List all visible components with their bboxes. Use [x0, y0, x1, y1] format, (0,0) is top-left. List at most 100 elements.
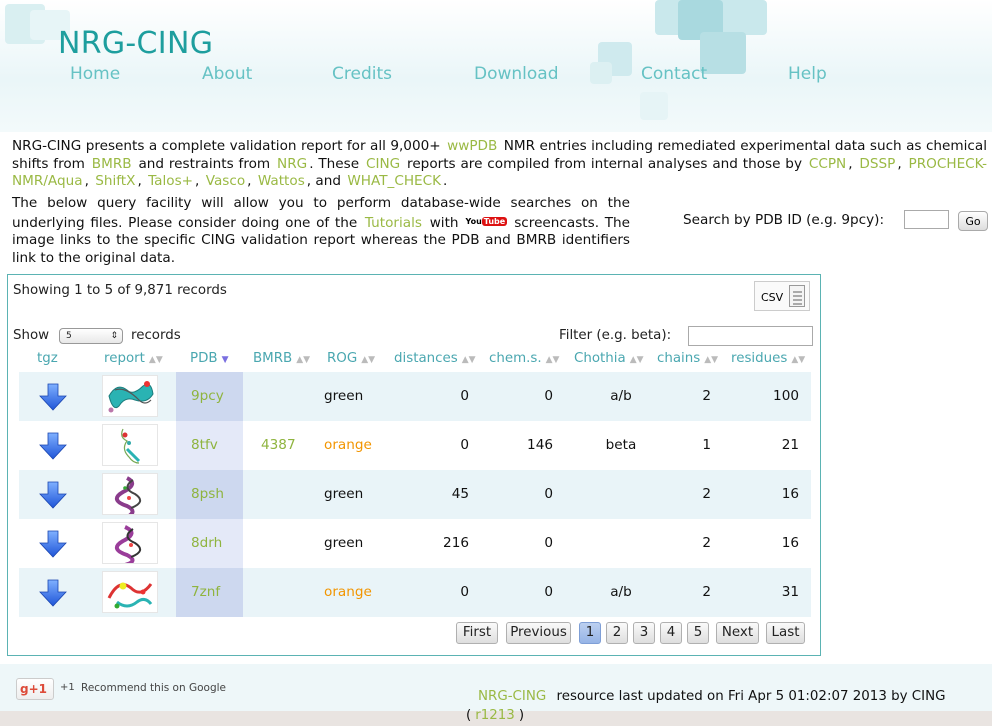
next-page-button[interactable]: Next [716, 622, 759, 644]
chains-cell: 2 [702, 535, 711, 551]
gplus-count: +1 [60, 682, 75, 693]
column-header-bmrb[interactable]: BMRB ▲▼ [253, 351, 310, 366]
link-tutorials[interactable]: Tutorials [365, 215, 422, 231]
page-button-1[interactable]: 1 [579, 622, 601, 644]
download-tgz-icon[interactable] [38, 480, 68, 510]
distances-cell: 216 [443, 535, 469, 551]
intro-text: NRG-CING presents a complete validation … [12, 138, 441, 154]
gplus-label: +1 [28, 682, 47, 696]
link-vasco[interactable]: Vasco [206, 173, 245, 189]
link-bmrb[interactable]: BMRB [92, 156, 132, 172]
chems-cell: 0 [544, 535, 553, 551]
link-shiftx[interactable]: ShiftX [95, 173, 135, 189]
column-header-chains[interactable]: chains ▲▼ [657, 351, 718, 366]
nav-contact[interactable]: Contact [641, 64, 707, 84]
nav-help[interactable]: Help [788, 64, 827, 84]
paren: ( [466, 708, 472, 723]
report-thumbnail[interactable] [102, 375, 158, 417]
nav-download[interactable]: Download [474, 64, 559, 84]
records-per-page-select[interactable]: 5 ⇕ [59, 328, 123, 344]
separator: , [848, 155, 853, 172]
chains-cell: 2 [702, 486, 711, 502]
page-button-4[interactable]: 4 [660, 622, 682, 644]
bmrb-id-link[interactable]: 4387 [261, 437, 296, 453]
first-page-button[interactable]: First [456, 622, 498, 644]
download-tgz-icon[interactable] [38, 529, 68, 559]
report-thumbnail[interactable] [102, 571, 158, 613]
link-dssp[interactable]: DSSP [859, 156, 895, 172]
column-header-tgz[interactable]: tgz [37, 351, 58, 366]
nav-credits[interactable]: Credits [332, 64, 392, 84]
column-header-chems[interactable]: chem.s. ▲▼ [489, 351, 559, 366]
column-header-distances[interactable]: distances ▲▼ [394, 351, 476, 366]
sort-icon: ▲▼ [148, 355, 163, 365]
link-cing[interactable]: CING [366, 156, 400, 172]
spreadsheet-icon [789, 285, 805, 307]
column-label: chem.s. [489, 351, 542, 366]
chains-cell: 2 [702, 584, 711, 600]
separator: , [137, 173, 142, 189]
pdb-search-input[interactable] [904, 210, 949, 229]
report-thumbnail[interactable] [102, 522, 158, 567]
pdb-id-link[interactable]: 8drh [191, 535, 222, 551]
site-title[interactable]: NRG-CING [58, 26, 213, 61]
csv-export-button[interactable]: CSV [754, 281, 810, 311]
link-talos[interactable]: Talos+ [148, 173, 193, 189]
link-ccpn[interactable]: CCPN [809, 156, 846, 172]
query-description: The below query facility will allow you … [12, 195, 630, 267]
report-thumbnail[interactable] [102, 424, 158, 466]
google-plus-button[interactable]: g+1 [16, 678, 54, 700]
column-header-rog[interactable]: ROG ▲▼ [327, 351, 375, 366]
column-label: distances [394, 351, 458, 366]
pdb-id-link[interactable]: 9pcy [191, 388, 224, 404]
show-label: Show [13, 328, 50, 343]
link-wwpdb[interactable]: wwPDB [447, 138, 497, 154]
column-header-report[interactable]: report ▲▼ [104, 351, 163, 366]
separator: , [84, 173, 89, 189]
pdb-id-link[interactable]: 8tfv [191, 437, 218, 453]
download-tgz-icon[interactable] [38, 431, 68, 461]
residues-cell: 16 [781, 486, 799, 502]
table-row: 8psh green 45 0 2 16 [19, 470, 811, 520]
report-thumbnail[interactable] [102, 473, 158, 520]
sort-icon: ▲▼ [461, 355, 476, 365]
table-row: 8drh green 216 0 2 16 [19, 519, 811, 568]
revision-link[interactable]: r1213 [475, 708, 515, 723]
distances-cell: 0 [460, 584, 469, 600]
go-button[interactable]: Go [958, 211, 988, 231]
column-label: Chothia [574, 351, 626, 366]
pdb-id-link[interactable]: 8psh [191, 486, 224, 502]
link-wattos[interactable]: Wattos [258, 173, 305, 189]
column-header-residues[interactable]: residues ▲▼ [731, 351, 805, 366]
column-label: PDB [190, 351, 218, 366]
youtube-logo[interactable]: You Tube [464, 212, 509, 230]
separator: , [195, 173, 200, 189]
sort-icon: ▲▼ [296, 355, 311, 365]
link-whatcheck[interactable]: WHAT_CHECK [347, 173, 441, 189]
sort-icon: ▲▼ [704, 355, 719, 365]
chains-cell: 1 [702, 437, 711, 453]
link-nrg[interactable]: NRG [277, 156, 307, 172]
footer-site-link[interactable]: NRG-CING [478, 689, 546, 704]
previous-page-button[interactable]: Previous [506, 622, 571, 644]
chems-cell: 0 [544, 486, 553, 502]
page-button-2[interactable]: 2 [606, 622, 628, 644]
separator: , [247, 173, 252, 189]
filter-input[interactable] [688, 326, 813, 346]
pdb-id-link[interactable]: 7znf [191, 584, 220, 600]
download-tgz-icon[interactable] [38, 382, 68, 412]
records-info: Showing 1 to 5 of 9,871 records [13, 283, 227, 298]
select-value: 5 [66, 331, 72, 341]
nav-about[interactable]: About [202, 64, 252, 84]
residues-cell: 31 [781, 584, 799, 600]
download-tgz-icon[interactable] [38, 578, 68, 608]
paren: ) [518, 708, 525, 723]
column-header-pdb[interactable]: PDB ▼ [190, 351, 229, 366]
last-page-button[interactable]: Last [766, 622, 805, 644]
column-header-chothia[interactable]: Chothia ▲▼ [574, 351, 644, 366]
sort-icon: ▲▼ [361, 355, 376, 365]
page-button-3[interactable]: 3 [633, 622, 655, 644]
select-arrows-icon: ⇕ [110, 331, 118, 341]
page-button-5[interactable]: 5 [687, 622, 709, 644]
nav-home[interactable]: Home [70, 64, 120, 84]
